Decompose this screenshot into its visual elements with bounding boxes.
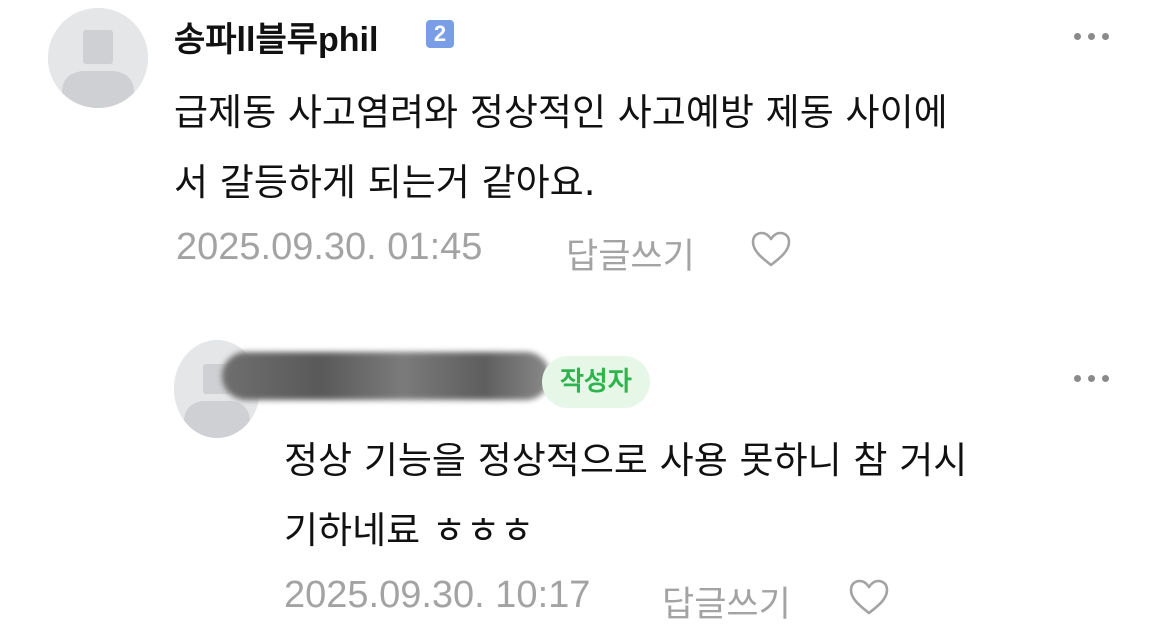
heart-outline-icon[interactable] (750, 230, 792, 268)
comment-text-line: 서 갈등하게 되는거 같아요. (174, 161, 596, 204)
author-badge: 작성자 (542, 356, 650, 408)
comment-text: 급제동 사고염려와 정상적인 사고예방 제동 사이에 서 갈등하게 되는거 같아… (174, 78, 1134, 218)
more-dots-icon[interactable] (1072, 30, 1112, 42)
more-dots-icon[interactable] (1072, 372, 1112, 384)
reply-button[interactable]: 답글쓰기 (662, 576, 791, 627)
author-name[interactable]: 송파ll블루phil (174, 12, 378, 61)
comment-text-line: 기하네료 ㅎㅎㅎ (284, 509, 535, 552)
comment-text: 정상 기능을 정상적으로 사용 못하니 참 거시 기하네료 ㅎㅎㅎ (284, 426, 1124, 566)
comment-thread: 송파ll블루phil 2 급제동 사고염려와 정상적인 사고예방 제동 사이에 … (0, 0, 1170, 628)
reply-button[interactable]: 답글쓰기 (566, 228, 695, 279)
redacted-author-name (222, 352, 550, 400)
heart-outline-icon[interactable] (848, 578, 890, 616)
comment-text-line: 정상 기능을 정상적으로 사용 못하니 참 거시 (284, 439, 968, 482)
comment-date: 2025.09.30. 01:45 (176, 226, 483, 268)
default-profile-icon (48, 8, 148, 108)
level-badge: 2 (426, 20, 454, 48)
avatar[interactable] (48, 8, 148, 108)
comment-date: 2025.09.30. 10:17 (284, 574, 591, 616)
comment-text-line: 급제동 사고염려와 정상적인 사고예방 제동 사이에 (174, 91, 948, 134)
